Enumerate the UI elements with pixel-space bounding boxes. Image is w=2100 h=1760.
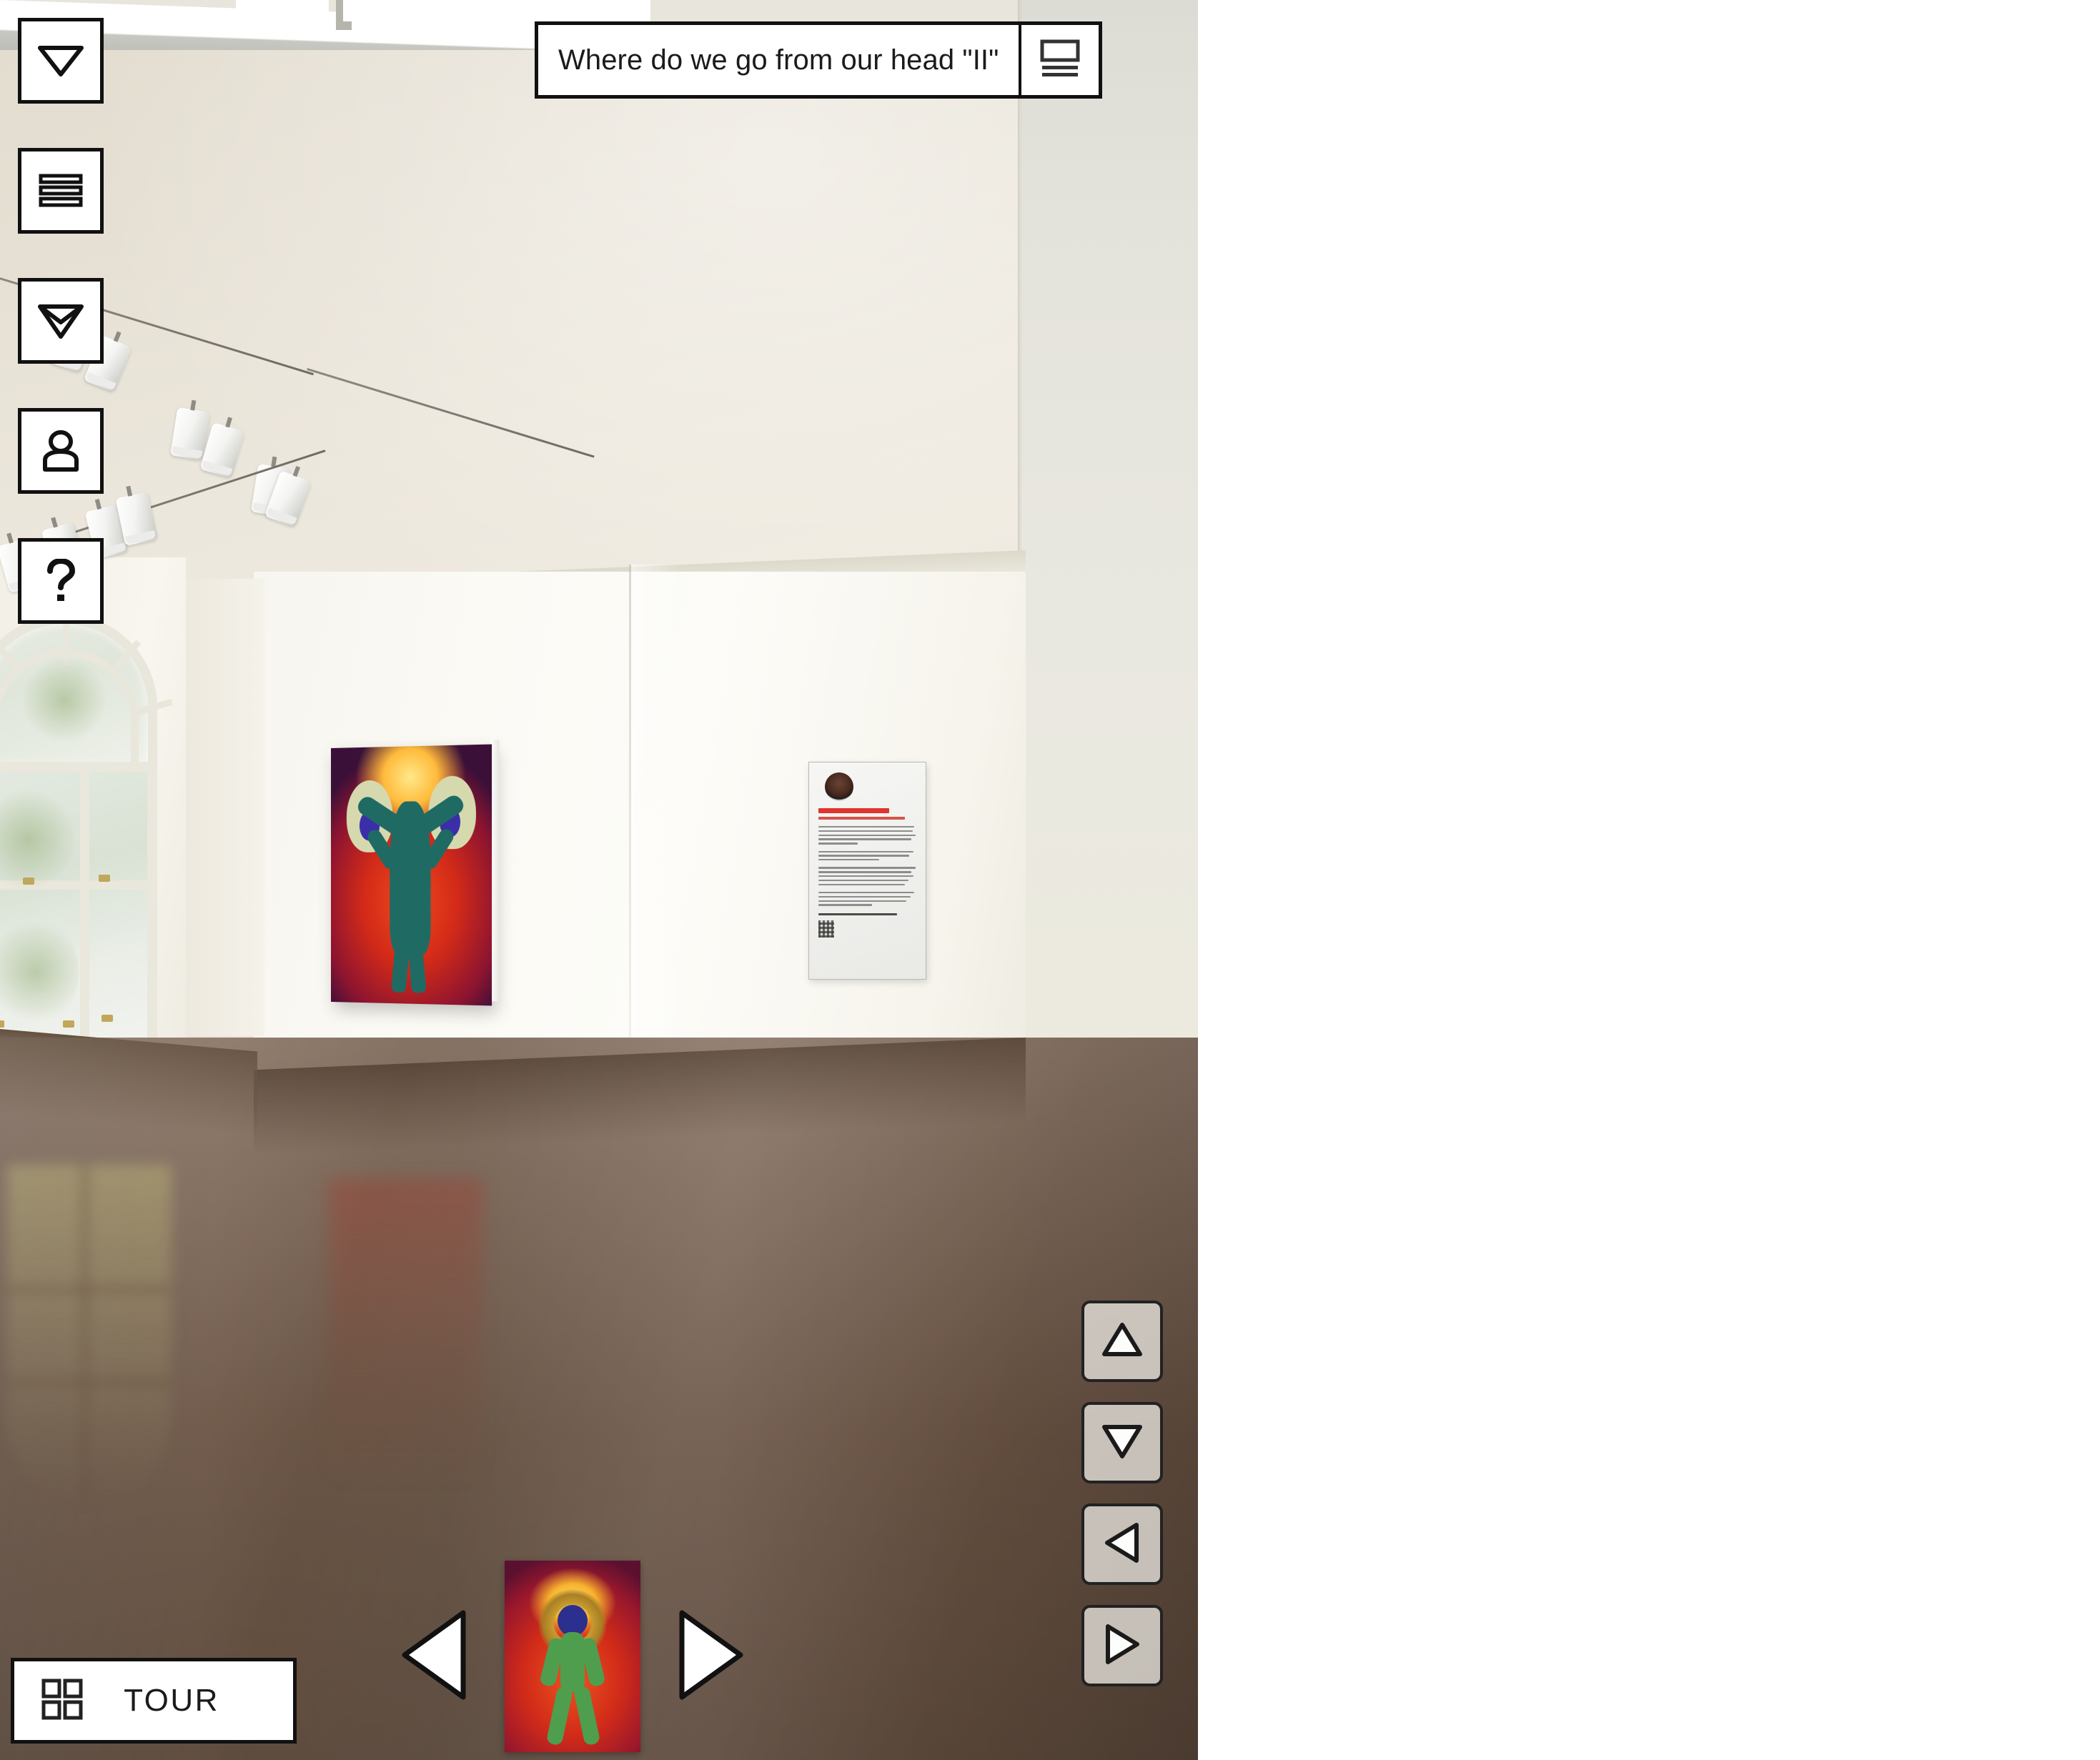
window-latch [0, 1020, 4, 1028]
panel-paragraph [818, 826, 916, 845]
skylight-pane-left [236, 0, 329, 27]
artwork-title-bar: Where do we go from our head "II" [535, 21, 1103, 99]
triangle-right-icon [1104, 1624, 1141, 1669]
foliage [21, 657, 107, 743]
gallery-3d-viewport[interactable]: Where do we go from our head "II" TOUR [0, 0, 1198, 1760]
triangle-left-icon [1104, 1522, 1141, 1567]
sidebar-item-help[interactable] [18, 538, 104, 624]
skylight-pane-right [343, 0, 650, 21]
exhibition-statement-panel[interactable] [808, 762, 926, 980]
panel-caption [818, 913, 897, 916]
triangle-left-icon [400, 1610, 467, 1704]
qr-code [818, 920, 834, 938]
wall-artwork[interactable] [331, 740, 500, 1006]
artwork-info-button[interactable] [1021, 25, 1099, 95]
pan-down-button[interactable] [1081, 1402, 1163, 1483]
triangle-right-icon [678, 1610, 745, 1704]
panel-heading [818, 808, 889, 813]
panel-paragraph [818, 850, 916, 861]
person-icon [39, 430, 82, 472]
hamburger-menu-icon [39, 174, 83, 208]
window-latch [99, 875, 110, 882]
panel-paragraph [818, 867, 916, 885]
pan-left-button[interactable] [1081, 1503, 1163, 1585]
window-latch [101, 1015, 113, 1022]
caption-panel-icon [1039, 39, 1081, 82]
triangle-down-icon [1101, 1423, 1143, 1463]
sidebar-item-menu[interactable] [18, 148, 104, 234]
artist-portrait [825, 772, 853, 801]
arched-window [0, 615, 173, 1056]
page-title: Where do we go from our head "II" [558, 44, 999, 76]
previous-artwork-button[interactable] [400, 1609, 467, 1705]
sidebar-item-collapse[interactable] [18, 18, 104, 104]
pan-up-button[interactable] [1081, 1301, 1163, 1382]
chevron-down-icon [37, 44, 84, 77]
window-latch [63, 1020, 74, 1028]
pan-right-button[interactable] [1081, 1605, 1163, 1686]
tour-button[interactable]: TOUR [11, 1658, 297, 1744]
window-mullion-vertical [80, 762, 89, 1048]
artwork-thumbnail[interactable] [505, 1561, 640, 1752]
panel-subheading [818, 817, 905, 820]
sidebar-item-share[interactable] [18, 278, 104, 364]
question-mark-icon [43, 559, 79, 603]
next-artwork-button[interactable] [678, 1609, 745, 1705]
artwork-image [331, 744, 492, 1006]
app-root: Where do we go from our head "II" TOUR [0, 0, 2100, 1760]
wall-left-return [179, 579, 264, 1036]
triangle-up-icon [1101, 1321, 1143, 1362]
thumbnail-leg [573, 1685, 601, 1746]
sidebar-item-profile[interactable] [18, 408, 104, 494]
thumbnail-leg [545, 1685, 574, 1746]
artwork-carousel [400, 1561, 745, 1752]
panel-paragraph [818, 891, 916, 906]
tour-button-label: TOUR [124, 1683, 219, 1718]
grid-2x2-icon [41, 1679, 83, 1724]
send-paper-plane-icon [37, 302, 84, 339]
